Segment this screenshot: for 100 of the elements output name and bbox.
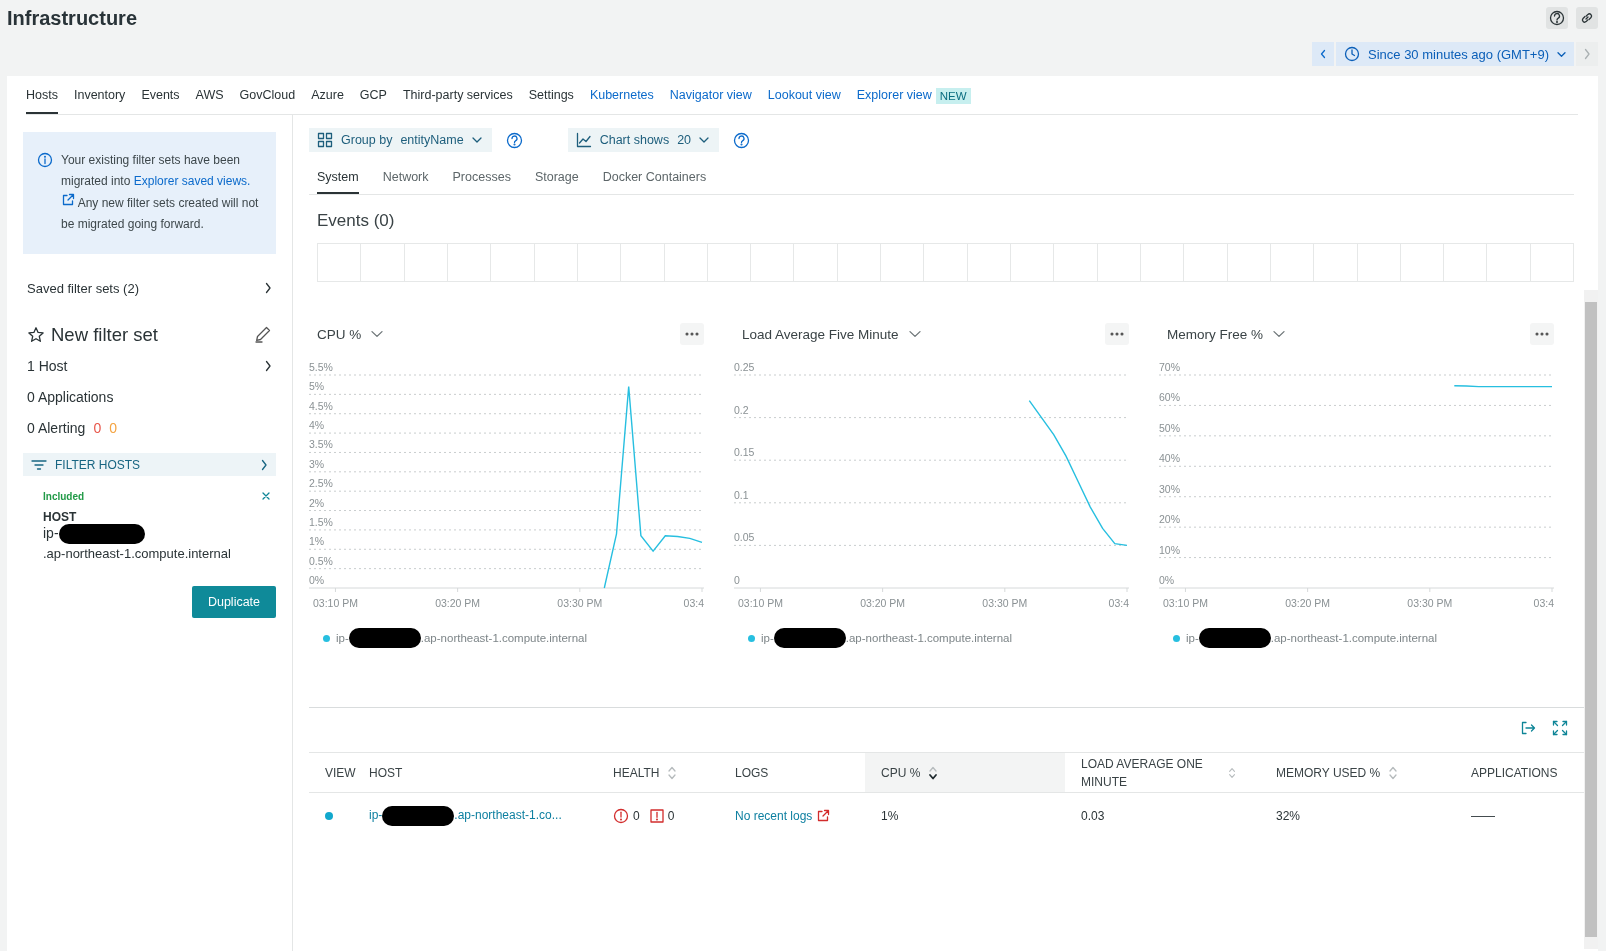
y-tick-label: 3.5%: [309, 438, 333, 451]
column-header[interactable]: HEALTH: [613, 763, 660, 782]
help-icon: [1549, 10, 1565, 26]
legend-label: ip-: [336, 632, 349, 644]
group-by-dropdown[interactable]: Group by entityName: [309, 128, 492, 152]
filter-set-name: New filter set: [51, 324, 158, 346]
x-tick-label: 03:30 PM: [982, 597, 1028, 609]
host-link[interactable]: .ap-northeast-1.co...: [454, 807, 562, 822]
tab[interactable]: Hosts: [26, 86, 58, 114]
x-tick-label: 03:4: [683, 597, 704, 609]
time-picker[interactable]: Since 30 minutes ago (GMT+9): [1336, 42, 1574, 66]
alert-count: 0: [93, 419, 102, 436]
scrollbar[interactable]: [1584, 290, 1598, 949]
notice-text: Your existing filter sets have been migrated into Explorer saved views. Any new filter sets created will not be migrated going forward.: [61, 152, 260, 233]
x-tick-label: 03:10 PM: [312, 597, 358, 609]
y-tick-label: 1.5%: [309, 515, 333, 528]
caret-icon: [1557, 49, 1566, 59]
link-button[interactable]: [1576, 7, 1598, 29]
tab[interactable]: Azure: [311, 86, 344, 114]
caret-icon: [471, 135, 482, 145]
y-tick-label: 50%: [1159, 421, 1180, 434]
duplicate-button[interactable]: Duplicate: [192, 586, 276, 619]
tab[interactable]: Events: [141, 86, 180, 114]
y-tick-label: 20%: [1159, 513, 1180, 526]
export-icon[interactable]: [1520, 720, 1536, 736]
filter-status: Included: [43, 490, 85, 502]
y-tick-label: 0%: [309, 574, 325, 586]
tab[interactable]: Network: [382, 164, 429, 194]
logs-link[interactable]: No recent logs: [735, 808, 813, 823]
fullscreen-icon[interactable]: [1552, 720, 1568, 736]
chevron-right-icon: [264, 282, 272, 294]
caret-icon: [908, 328, 921, 340]
edit-button[interactable]: [254, 324, 272, 346]
star-icon[interactable]: [27, 326, 45, 344]
tab[interactable]: Lookout view: [767, 86, 841, 114]
tab[interactable]: GovCloud: [239, 86, 296, 114]
tab[interactable]: System: [317, 164, 359, 194]
column-header: APPLICATIONS: [1471, 765, 1558, 780]
tab[interactable]: Inventory: [73, 86, 126, 114]
y-tick-label: 40%: [1159, 452, 1180, 465]
table-cell: ——: [1471, 808, 1495, 823]
column-header: VIEW: [325, 765, 356, 780]
tab[interactable]: Kubernetes: [589, 86, 654, 114]
warning-icon: [649, 808, 664, 823]
column-header[interactable]: CPU %: [881, 763, 921, 782]
chart-title-dropdown[interactable]: Load Average Five Minute: [734, 326, 921, 342]
more-button[interactable]: [680, 323, 704, 345]
clock-icon: [1344, 46, 1360, 62]
pencil-icon: [254, 324, 272, 343]
column-header[interactable]: MEMORY USED %: [1276, 763, 1381, 782]
tab[interactable]: Docker Containers: [602, 164, 707, 194]
sort-icon[interactable]: [928, 764, 939, 781]
y-tick-label: 70%: [1159, 361, 1180, 373]
chart-title-dropdown[interactable]: CPU %: [309, 326, 384, 342]
y-tick-label: 4%: [309, 419, 325, 432]
tab[interactable]: AWS: [195, 86, 224, 114]
help-icon: [733, 131, 751, 149]
table-cell: 0.03: [1081, 808, 1105, 823]
filter-hosts-button[interactable]: FILTER HOSTS: [23, 453, 276, 476]
x-tick-label: 03:30 PM: [1407, 597, 1453, 609]
x-tick-label: 03:4: [1533, 597, 1554, 609]
x-tick-label: 03:30 PM: [557, 597, 603, 609]
line-chart-icon: [575, 132, 592, 148]
summary-item[interactable]: 1 Host: [27, 357, 68, 374]
tab[interactable]: Processes: [452, 164, 511, 194]
y-tick-label: 0.2: [734, 403, 749, 416]
tab[interactable]: GCP: [359, 86, 387, 114]
external-link-icon: [816, 808, 831, 823]
help-button[interactable]: [1546, 7, 1568, 29]
filter-field: HOST: [43, 510, 276, 524]
column-header[interactable]: LOAD AVERAGE ONE MINUTE: [1081, 754, 1220, 791]
caret-icon: [699, 135, 710, 145]
table-cell: 32%: [1276, 808, 1301, 823]
close-icon[interactable]: [261, 491, 271, 501]
more-icon: [1535, 332, 1549, 336]
tab[interactable]: Storage: [534, 164, 579, 194]
tab[interactable]: Third-party services: [402, 86, 513, 114]
y-tick-label: 0.25: [734, 361, 755, 373]
y-tick-label: 0.1: [734, 488, 749, 501]
y-tick-label: 30%: [1159, 482, 1180, 495]
tab[interactable]: Settings: [528, 86, 574, 114]
more-button[interactable]: [1530, 323, 1554, 345]
previous-button[interactable]: [1312, 42, 1334, 66]
host-link[interactable]: ip-: [369, 807, 383, 822]
chart-title-dropdown[interactable]: Memory Free %: [1159, 326, 1286, 342]
chevron-left-icon: [1319, 49, 1327, 59]
table-cell: 1%: [881, 808, 899, 823]
tab[interactable]: Navigator view: [669, 86, 752, 114]
saved-filter-sets-button[interactable]: Saved filter sets (2): [23, 276, 276, 300]
explorer-saved-views-link[interactable]: Explorer saved views.: [133, 173, 251, 188]
more-icon: [1110, 332, 1124, 336]
y-tick-label: 1%: [309, 535, 325, 548]
y-tick-label: 0.5%: [309, 554, 333, 567]
chart-count-dropdown[interactable]: Chart shows 20: [567, 128, 720, 152]
link-icon: [1579, 10, 1595, 26]
y-tick-label: 10%: [1159, 543, 1180, 556]
more-button[interactable]: [1105, 323, 1129, 345]
y-tick-label: 0: [734, 574, 740, 586]
tab[interactable]: Explorer view NEW: [856, 86, 971, 114]
caret-icon: [1273, 328, 1286, 340]
